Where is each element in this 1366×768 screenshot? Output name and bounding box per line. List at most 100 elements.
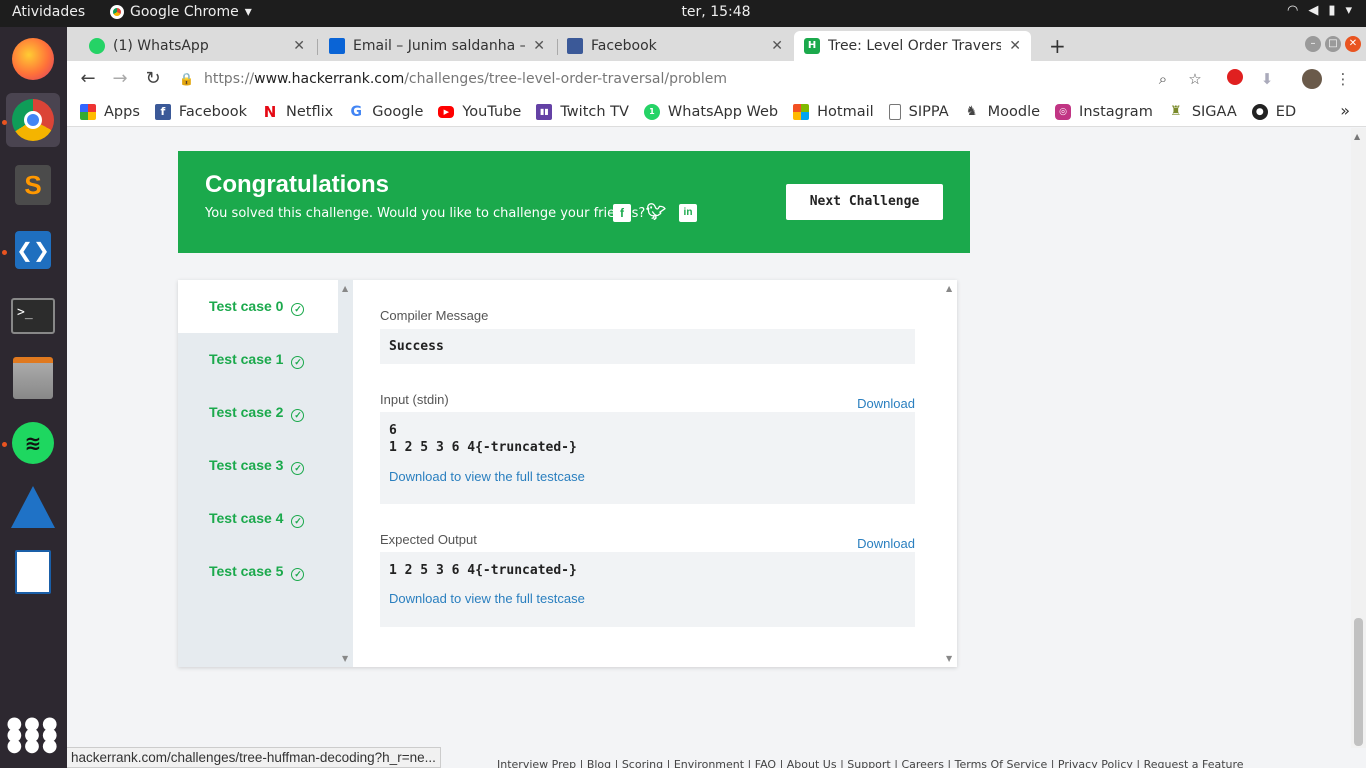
next-challenge-button[interactable]: Next Challenge — [786, 184, 943, 220]
bookmark-label: SIGAA — [1191, 103, 1237, 120]
download-extension-icon[interactable]: ⬇ — [1257, 69, 1277, 89]
tab-email[interactable]: Email – Junim saldanha – O ✕ — [319, 31, 555, 61]
menu-icon[interactable]: ⋮ — [1333, 69, 1353, 89]
compiler-message-label: Compiler Message — [380, 308, 489, 323]
close-icon[interactable]: ✕ — [1009, 38, 1021, 54]
minimize-button[interactable]: – — [1305, 36, 1321, 52]
zoom-icon[interactable]: ⌕ — [1153, 69, 1173, 89]
tab-whatsapp[interactable]: (1) WhatsApp ✕ — [79, 31, 315, 61]
scroll-up-arrow[interactable]: ▲ — [1354, 132, 1360, 141]
bookmark-instagram[interactable]: ◎ Instagram — [1055, 103, 1153, 120]
sublime-icon: S — [15, 165, 51, 205]
tab-title: Facebook — [591, 38, 657, 54]
bookmark-netflix[interactable]: N Netflix — [262, 103, 333, 121]
bookmark-label: Moodle — [987, 103, 1041, 120]
bookmark-moodle[interactable]: ♞ Moodle — [964, 104, 1040, 120]
scrollbar-thumb[interactable] — [1354, 618, 1363, 746]
bookmark-facebook[interactable]: f Facebook — [154, 103, 248, 120]
battery-icon: ▮ — [1328, 3, 1336, 18]
dock-wireshark[interactable] — [6, 480, 60, 534]
dock-spotify[interactable]: ≋ — [6, 416, 60, 470]
bookmark-ed[interactable]: ● ED — [1251, 103, 1297, 120]
dock-terminal[interactable]: >_ — [6, 289, 60, 343]
forward-button[interactable]: → — [109, 68, 131, 90]
spotify-icon: ≋ — [12, 422, 54, 464]
expected-full-testcase-link[interactable]: Download to view the full testcase — [389, 591, 906, 606]
close-icon[interactable]: ✕ — [771, 38, 783, 54]
star-icon[interactable]: ☆ — [1185, 69, 1205, 89]
test-case-tab-1[interactable]: Test case 1 ✓ — [178, 333, 338, 386]
outlook-icon — [329, 38, 345, 54]
dock-firefox[interactable] — [6, 32, 60, 86]
bookmark-sigaa[interactable]: ♜ SIGAA — [1168, 104, 1237, 120]
address-bar[interactable]: 🔒 https://www.hackerrank.com/challenges/t… — [179, 66, 1179, 92]
bookmark-whatsapp-web[interactable]: 1 WhatsApp Web — [643, 103, 778, 120]
github-icon: ● — [1251, 103, 1268, 120]
expected-output-label: Expected Output — [380, 532, 477, 547]
url-path: /challenges/tree-level-order-traversal/p… — [404, 71, 728, 87]
maximize-button[interactable]: □ — [1325, 36, 1341, 52]
facebook-share-icon[interactable]: f — [613, 204, 631, 222]
apps-grid-icon — [80, 103, 96, 120]
running-indicator — [2, 250, 7, 255]
clock[interactable]: ter, 15:48 — [0, 4, 1366, 20]
dock-vscode[interactable]: ❮❯ — [6, 223, 60, 277]
input-download-link[interactable]: Download — [857, 396, 915, 411]
url-host: www.hackerrank.com — [254, 71, 405, 87]
twitch-icon: ▮▮ — [536, 103, 553, 120]
check-circle-icon: ✓ — [291, 356, 305, 369]
apps-grid-icon: ●●● ●●● ●●● — [6, 712, 60, 756]
expected-download-link[interactable]: Download — [857, 536, 915, 551]
input-label: Input (stdin) — [380, 392, 449, 407]
expected-output-box: 1 2 5 3 6 4{-truncated-} Download to vie… — [380, 552, 915, 627]
test-case-label: Test case 4 — [209, 510, 284, 526]
firefox-icon — [12, 38, 54, 80]
linkedin-share-icon[interactable]: in — [679, 204, 697, 222]
more-bookmarks-icon[interactable]: » — [1340, 101, 1350, 120]
volume-icon: ◀ — [1308, 3, 1319, 18]
test-case-tab-2[interactable]: Test case 2 ✓ — [178, 386, 338, 439]
back-button[interactable]: ← — [77, 68, 99, 90]
bookmark-google[interactable]: G Google — [348, 104, 423, 120]
avatar[interactable] — [1302, 69, 1322, 89]
page-footer: Interview Prep | Blog | Scoring | Enviro… — [497, 758, 1244, 768]
bookmark-sippa[interactable]: SIPPA — [888, 103, 949, 120]
reload-button[interactable]: ↻ — [142, 68, 164, 90]
bookmark-hotmail[interactable]: Hotmail — [793, 103, 874, 120]
scroll-up-arrow[interactable]: ▲ — [946, 284, 952, 293]
system-top-bar: Atividades Google Chrome ▾ ter, 15:48 ◠ … — [0, 0, 1366, 27]
twitter-share-icon[interactable]: 🐦︎ — [646, 204, 666, 222]
dock-sublime[interactable]: S — [6, 158, 60, 212]
tab-hackerrank[interactable]: H Tree: Level Order Traversa ✕ — [794, 31, 1031, 61]
input-line: 6 — [389, 423, 397, 438]
scroll-down-arrow[interactable]: ▼ — [342, 654, 348, 663]
close-icon[interactable]: ✕ — [533, 38, 545, 54]
bookmark-label: ED — [1275, 103, 1297, 120]
scroll-down-arrow[interactable]: ▼ — [946, 654, 952, 663]
bookmark-twitch[interactable]: ▮▮ Twitch TV — [536, 103, 629, 120]
input-full-testcase-link[interactable]: Download to view the full testcase — [389, 469, 906, 484]
test-case-tab-5[interactable]: Test case 5 ✓ — [178, 545, 338, 598]
dock-chrome[interactable] — [6, 93, 60, 147]
whatsapp-icon: 1 — [643, 103, 660, 120]
test-case-tab-4[interactable]: Test case 4 ✓ — [178, 492, 338, 545]
close-window-button[interactable]: ✕ — [1345, 36, 1361, 52]
tab-facebook[interactable]: Facebook ✕ — [557, 31, 793, 61]
new-tab-button[interactable]: + — [1039, 31, 1069, 61]
bookmark-youtube[interactable]: ▶ YouTube — [438, 104, 521, 120]
test-case-tab-0[interactable]: Test case 0 ✓ — [178, 280, 338, 333]
system-tray[interactable]: ◠ ◀ ▮ ▾ — [1287, 3, 1352, 18]
page-scrollbar[interactable]: ▲ — [1351, 128, 1366, 748]
bookmark-label: Facebook — [178, 103, 248, 120]
shark-fin-icon — [11, 486, 55, 528]
show-applications-button[interactable]: ●●● ●●● ●●● — [6, 707, 60, 761]
close-icon[interactable]: ✕ — [293, 38, 305, 54]
test-case-tab-3[interactable]: Test case 3 ✓ — [178, 439, 338, 492]
dock-files[interactable] — [6, 351, 60, 405]
bookmark-apps[interactable]: Apps — [80, 103, 140, 120]
adblock-icon[interactable] — [1225, 69, 1245, 89]
scroll-up-arrow[interactable]: ▲ — [342, 284, 348, 293]
dock-writer[interactable] — [6, 545, 60, 599]
check-circle-icon: ✓ — [291, 409, 305, 422]
test-case-label: Test case 0 — [209, 298, 284, 314]
